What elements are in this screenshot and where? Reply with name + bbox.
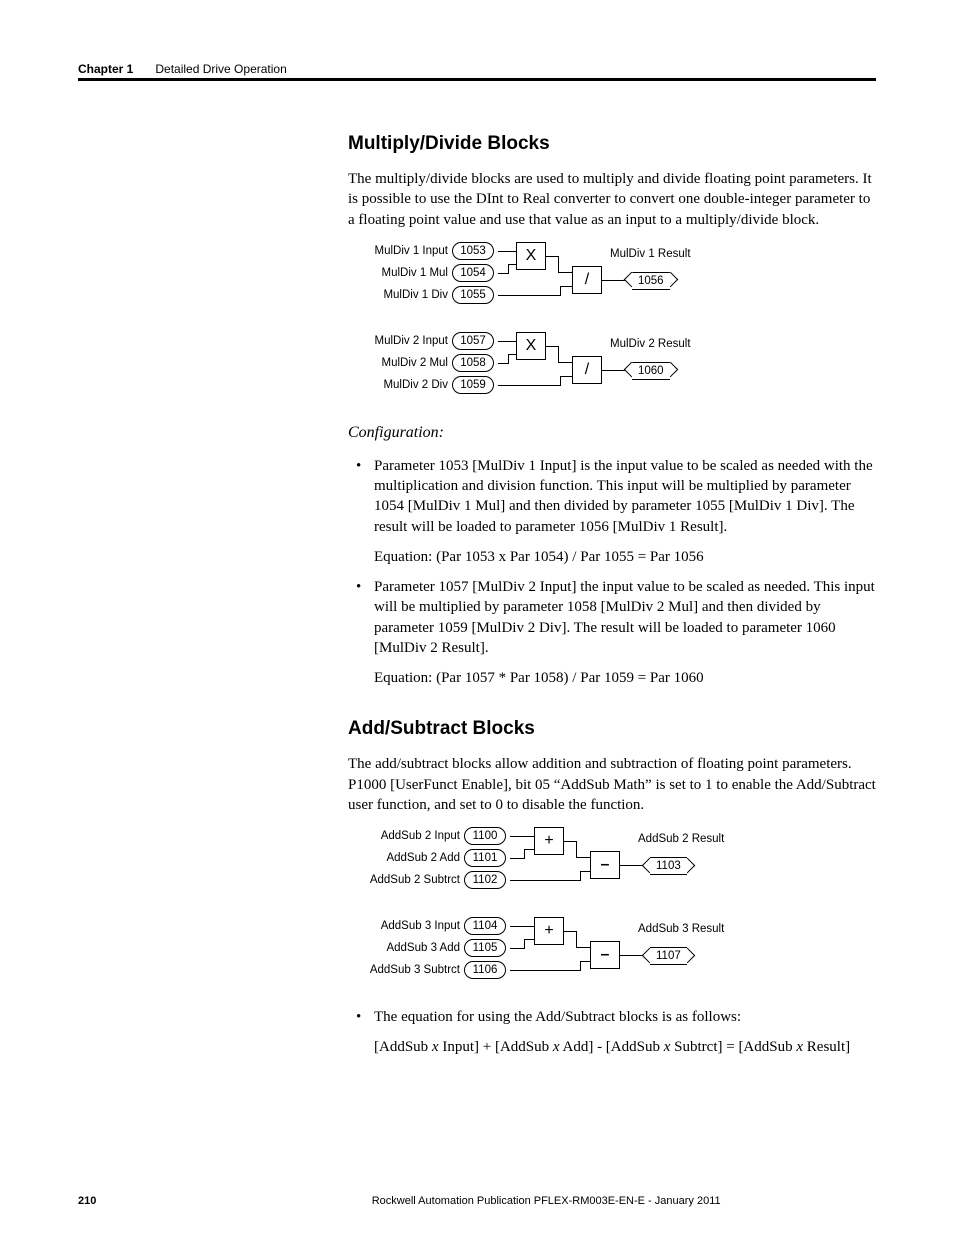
param-label: AddSub 3 Input (348, 920, 460, 932)
add-box: + (534, 917, 564, 945)
muldiv-block-2: MulDiv 2 Input 1057 MulDiv 2 Mul 1058 Mu… (348, 332, 876, 400)
chapter-title: Detailed Drive Operation (155, 62, 286, 76)
param-pill: 1100 (464, 827, 506, 845)
result-hex: 1103 (650, 857, 687, 875)
list-item: The equation for using the Add/Subtract … (374, 1007, 876, 1027)
param-pill: 1053 (452, 242, 494, 260)
param-pill: 1101 (464, 849, 506, 867)
result-label: AddSub 3 Result (638, 923, 724, 935)
page-header: Chapter 1 Detailed Drive Operation (78, 62, 876, 76)
addsub-block-3: AddSub 3 Input 1104 AddSub 3 Add 1105 Ad… (348, 917, 876, 985)
list-item: Parameter 1057 [MulDiv 2 Input] the inpu… (374, 577, 876, 688)
param-pill: 1102 (464, 871, 506, 889)
result-label: AddSub 2 Result (638, 833, 724, 845)
equation: Equation: (Par 1053 x Par 1054) / Par 10… (374, 547, 876, 567)
result-hex: 1056 (632, 272, 670, 290)
bullet-text: Parameter 1057 [MulDiv 2 Input] the inpu… (374, 579, 875, 656)
page-footer: 210 Rockwell Automation Publication PFLE… (78, 1195, 876, 1207)
publication-info: Rockwell Automation Publication PFLEX-RM… (216, 1195, 876, 1207)
param-label: MulDiv 1 Div (348, 289, 448, 301)
section-intro-addsub: The add/subtract blocks allow addition a… (348, 754, 876, 815)
param-label: MulDiv 2 Mul (348, 357, 448, 369)
result-hex: 1060 (632, 362, 670, 380)
main-content: Multiply/Divide Blocks The multiply/divi… (348, 133, 876, 1058)
param-label: MulDiv 1 Mul (348, 267, 448, 279)
param-pill: 1058 (452, 354, 494, 372)
param-label: AddSub 3 Add (348, 942, 460, 954)
divide-box: / (572, 356, 602, 384)
addsub-equation: [AddSub x Input] + [AddSub x Add] - [Add… (374, 1037, 876, 1057)
header-rule (78, 78, 876, 81)
param-pill: 1104 (464, 917, 506, 935)
list-item: Parameter 1053 [MulDiv 1 Input] is the i… (374, 456, 876, 567)
param-pill: 1059 (452, 376, 494, 394)
param-label: AddSub 2 Add (348, 852, 460, 864)
bullet-text: Parameter 1053 [MulDiv 1 Input] is the i… (374, 458, 873, 535)
multiply-box: X (516, 242, 546, 270)
multiply-box: X (516, 332, 546, 360)
result-hex: 1107 (650, 947, 687, 965)
param-label: MulDiv 1 Input (348, 245, 448, 257)
addsub-bullets: The equation for using the Add/Subtract … (374, 1007, 876, 1027)
divide-box: / (572, 266, 602, 294)
section-heading-addsub: Add/Subtract Blocks (348, 718, 876, 740)
param-pill: 1106 (464, 961, 506, 979)
addsub-block-2: AddSub 2 Input 1100 AddSub 2 Add 1101 Ad… (348, 827, 876, 895)
add-box: + (534, 827, 564, 855)
muldiv-block-1: MulDiv 1 Input 1053 MulDiv 1 Mul 1054 Mu… (348, 242, 876, 310)
chapter-label: Chapter 1 (78, 62, 133, 76)
result-label: MulDiv 2 Result (610, 338, 691, 350)
param-pill: 1055 (452, 286, 494, 304)
addsub-diagram: AddSub 2 Input 1100 AddSub 2 Add 1101 Ad… (348, 827, 876, 985)
subtract-box: – (590, 851, 620, 879)
page-number: 210 (78, 1195, 96, 1207)
result-label: MulDiv 1 Result (610, 248, 691, 260)
param-label: AddSub 2 Subtrct (348, 874, 460, 886)
config-bullets: Parameter 1053 [MulDiv 1 Input] is the i… (374, 456, 876, 689)
subtract-box: – (590, 941, 620, 969)
param-label: AddSub 2 Input (348, 830, 460, 842)
section-intro-muldiv: The multiply/divide blocks are used to m… (348, 169, 876, 230)
bullet-text: The equation for using the Add/Subtract … (374, 1009, 741, 1025)
muldiv-diagram: MulDiv 1 Input 1053 MulDiv 1 Mul 1054 Mu… (348, 242, 876, 400)
param-label: AddSub 3 Subtrct (348, 964, 460, 976)
param-pill: 1057 (452, 332, 494, 350)
param-pill: 1054 (452, 264, 494, 282)
section-heading-muldiv: Multiply/Divide Blocks (348, 133, 876, 155)
param-pill: 1105 (464, 939, 506, 957)
param-label: MulDiv 2 Input (348, 335, 448, 347)
config-subhead: Configuration: (348, 424, 876, 442)
equation: Equation: (Par 1057 * Par 1058) / Par 10… (374, 668, 876, 688)
param-label: MulDiv 2 Div (348, 379, 448, 391)
